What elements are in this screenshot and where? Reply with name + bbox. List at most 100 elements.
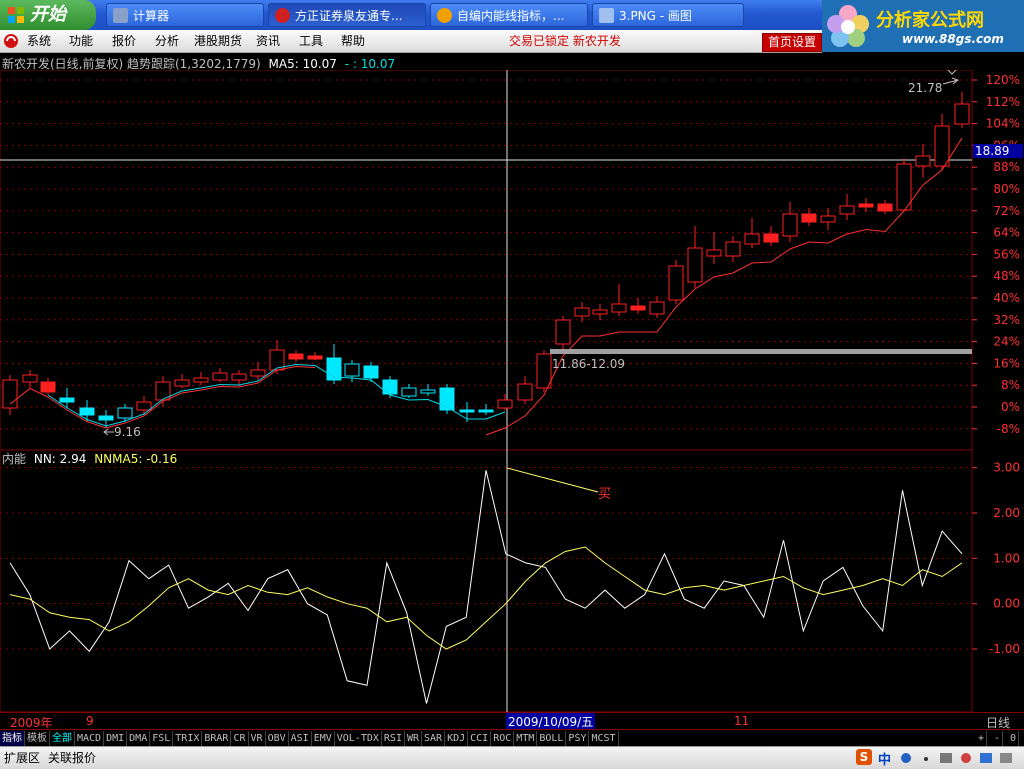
status-bar: 扩展区 关联报价 S 中: [0, 746, 1024, 769]
candle-body: [801, 213, 817, 223]
candle-body: [954, 103, 970, 125]
high-label: 21.78: [908, 81, 942, 95]
candle-body: [136, 401, 152, 411]
tab-psy[interactable]: PSY: [566, 731, 590, 746]
tab-vr[interactable]: VR: [249, 731, 266, 746]
tab-roc[interactable]: ROC: [491, 731, 515, 746]
menu-news[interactable]: 资讯: [256, 30, 280, 52]
date-axis: 2009年 9 2009/10/09/五 11 日线: [0, 712, 1024, 730]
menu-quote[interactable]: 报价: [112, 30, 136, 52]
tab-obv[interactable]: OBV: [266, 731, 289, 746]
sogou-ime-icon[interactable]: S: [856, 749, 872, 765]
tab-indicator[interactable]: 指标: [0, 731, 25, 746]
zoom-reset-button[interactable]: 0: [1008, 731, 1020, 746]
y-tick-label: 104%: [986, 117, 1020, 131]
menu-function[interactable]: 功能: [69, 30, 93, 52]
candle-body: [288, 353, 304, 360]
tab-dmi[interactable]: DMI: [104, 731, 128, 746]
y-tick-label: 1.00: [993, 551, 1020, 565]
menu-help[interactable]: 帮助: [341, 30, 365, 52]
tab-kdj[interactable]: KDJ: [445, 731, 469, 746]
y-tick-label: 112%: [986, 95, 1020, 109]
candle-body: [478, 409, 494, 413]
tab-asi[interactable]: ASI: [289, 731, 312, 746]
y-tick-label: 3.00: [993, 461, 1020, 475]
tab-mcst[interactable]: MCST: [589, 731, 619, 746]
tab-trix[interactable]: TRIX: [173, 731, 203, 746]
menu-analysis[interactable]: 分析: [155, 30, 179, 52]
candle-body: [630, 305, 646, 311]
candle-body: [592, 309, 608, 315]
logo-title: 分析家公式网: [876, 10, 984, 31]
diamond-icon: [947, 70, 957, 75]
tab-macd[interactable]: MACD: [75, 731, 105, 746]
candle-body: [382, 379, 398, 395]
logo-url: www.88gs.com: [902, 32, 1004, 46]
tab-sar[interactable]: SAR: [422, 731, 446, 746]
tab-dma[interactable]: DMA: [127, 731, 151, 746]
tab-vol-tdx[interactable]: VOL-TDX: [335, 731, 382, 746]
candle-body: [687, 247, 703, 283]
tab-brar[interactable]: BRAR: [202, 731, 232, 746]
month-9-label: 9: [86, 714, 94, 728]
tab-template[interactable]: 模板: [25, 731, 50, 746]
tab-wr[interactable]: WR: [405, 731, 423, 746]
y-tick-label: 0%: [1001, 400, 1020, 414]
indicator-tabs: 指标 模板 全部 MACD DMI DMA FSL TRIX BRAR CR VR OBV ASI EMV…: [0, 729, 1024, 747]
expand-area-button[interactable]: 扩展区: [4, 749, 40, 766]
y-tick-label: 64%: [993, 226, 1020, 240]
calculator-icon: [113, 8, 128, 23]
tab-emv[interactable]: EMV: [312, 731, 335, 746]
candle-body: [250, 369, 266, 377]
home-settings-button[interactable]: 首页设置: [762, 33, 822, 52]
app-logo-icon[interactable]: [3, 33, 19, 49]
range-label: 11.86-12.09: [552, 357, 625, 371]
candle-body: [307, 355, 323, 360]
task-label: 方正证券泉友通专...: [295, 9, 403, 23]
task-broker[interactable]: 方正证券泉友通专...: [268, 3, 426, 27]
task-browser[interactable]: 自编内能线指标，...: [430, 3, 588, 27]
candlestick-chart[interactable]: 120%112%104%96%88%80%72%64%56%48%40%32%2…: [0, 70, 1024, 450]
zoom-out-button[interactable]: -: [992, 731, 1004, 746]
menu-system[interactable]: 系统: [27, 30, 51, 52]
tab-mtm[interactable]: MTM: [514, 731, 538, 746]
ime-mode[interactable]: 中: [878, 749, 891, 768]
task-paint[interactable]: 3.PNG - 画图: [592, 3, 744, 27]
ime-toolbar-icons[interactable]: [898, 750, 1018, 766]
tab-boll[interactable]: BOLL: [537, 731, 567, 746]
candle-body: [915, 155, 931, 167]
y-tick-label: 88%: [993, 160, 1020, 174]
candle-body: [174, 379, 190, 387]
zoom-in-button[interactable]: +: [976, 731, 988, 746]
tab-all[interactable]: 全部: [50, 731, 75, 746]
nnma5-series-line: [9, 546, 963, 650]
high-arrow-icon: [942, 77, 960, 85]
candle-body: [517, 383, 533, 401]
chart-frame: [0, 70, 973, 450]
task-label: 3.PNG - 画图: [619, 9, 692, 23]
y-tick-label: 120%: [986, 73, 1020, 87]
candle-body: [459, 409, 475, 413]
browser-icon: [437, 8, 452, 23]
candle-body: [555, 319, 571, 345]
start-button[interactable]: 开始: [0, 0, 96, 30]
candle-body: [401, 387, 417, 397]
task-label: 自编内能线指标，...: [457, 9, 565, 23]
tab-rsi[interactable]: RSI: [382, 731, 405, 746]
candle-body: [934, 125, 950, 167]
candle-body: [363, 365, 379, 379]
ma5-label: MA5: 10.07: [268, 57, 337, 71]
ma5-extra-label: - : 10.07: [344, 57, 396, 71]
sub-frame: [0, 450, 973, 712]
y-tick-label: -1.00: [989, 642, 1020, 656]
related-quote-button[interactable]: 关联报价: [48, 749, 96, 766]
buy-label: 买: [598, 487, 611, 502]
tab-cci[interactable]: CCI: [468, 731, 492, 746]
candle-body: [820, 215, 836, 223]
task-calculator[interactable]: 计算器: [106, 3, 264, 27]
menu-tools[interactable]: 工具: [299, 30, 323, 52]
tab-fsl[interactable]: FSL: [150, 731, 174, 746]
menu-hk-futures[interactable]: 港股期货: [194, 30, 242, 52]
indicator-chart[interactable]: 3.00 2.00 1.00 0.00 -1.00 买: [0, 450, 1024, 712]
tab-cr[interactable]: CR: [231, 731, 249, 746]
